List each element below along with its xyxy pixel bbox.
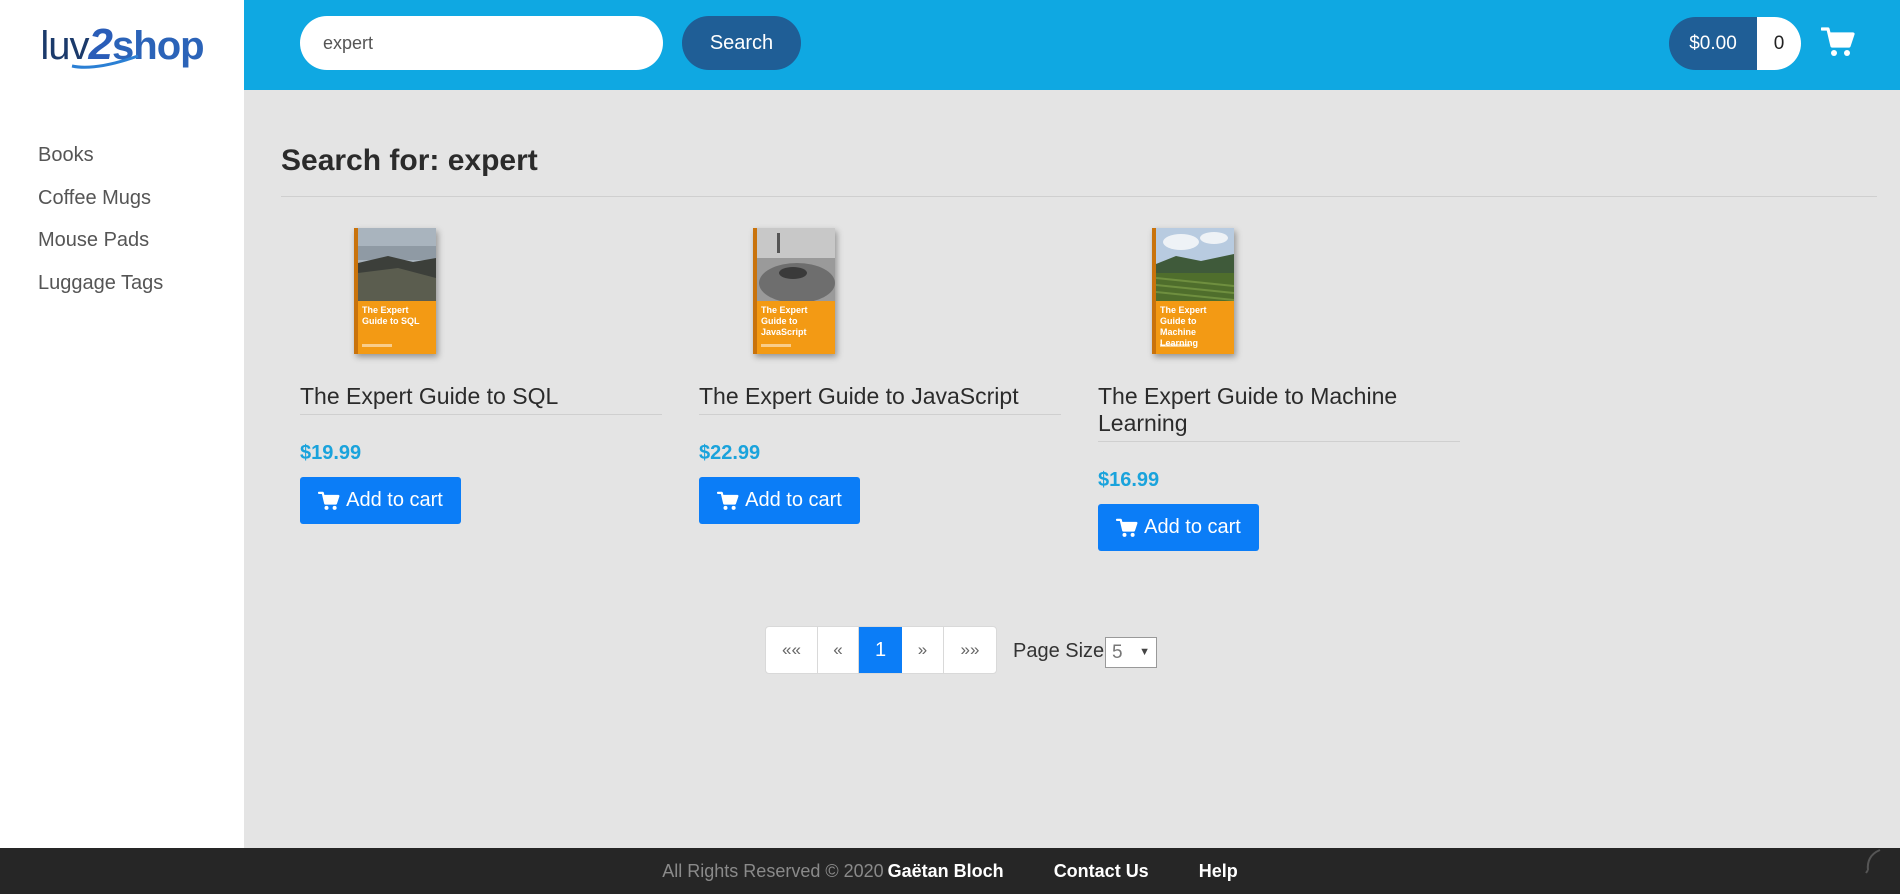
shopping-cart-icon[interactable] <box>1821 26 1855 58</box>
add-to-cart-label: Add to cart <box>346 489 443 511</box>
cover-author-line <box>761 344 791 347</box>
next-page-button[interactable]: » <box>902 627 944 673</box>
cart-icon <box>1116 518 1138 537</box>
previous-page-button[interactable]: « <box>818 627 859 673</box>
product-name[interactable]: The Expert Guide to Machine Learning <box>1098 383 1460 442</box>
add-to-cart-button[interactable]: Add to cart <box>300 477 461 524</box>
cart-total-quantity: 0 <box>1757 17 1801 70</box>
logo-swoosh-icon <box>72 54 139 69</box>
product-price: $16.99 <box>1098 469 1160 491</box>
current-page-button[interactable]: 1 <box>859 627 902 673</box>
title-divider <box>281 196 1877 197</box>
contact-us-link[interactable]: Contact Us <box>1054 861 1149 882</box>
search-button[interactable]: Search <box>682 16 801 70</box>
page-size-select[interactable]: 5 ▼ <box>1105 637 1157 668</box>
cover-title: The Expert Guide to Machine Learning <box>1160 305 1207 348</box>
copyright-text: All Rights Reserved © 2020 <box>662 860 884 881</box>
page-size-value: 5 <box>1112 642 1123 663</box>
cover-title: The Expert Guide to SQL <box>362 305 420 326</box>
first-page-button[interactable]: «« <box>766 627 818 673</box>
cover-author-line <box>1160 344 1190 347</box>
sidebar-item-coffee-mugs[interactable]: Coffee Mugs <box>0 187 244 230</box>
cover-author-line <box>362 344 392 347</box>
page-title: Search for: expert <box>281 144 538 177</box>
brand-logo[interactable]: luv2shop <box>40 20 204 70</box>
add-to-cart-label: Add to cart <box>1144 516 1241 538</box>
sidebar: Books Coffee Mugs Mouse Pads Luggage Tag… <box>0 90 244 848</box>
cover-photo-icon <box>1156 228 1234 301</box>
cart-icon <box>318 491 340 510</box>
product-name[interactable]: The Expert Guide to JavaScript <box>699 383 1061 415</box>
search-input[interactable] <box>300 16 663 70</box>
cart-icon <box>717 491 739 510</box>
cover-photo-icon <box>757 228 835 301</box>
sidebar-item-luggage-tags[interactable]: Luggage Tags <box>0 272 244 315</box>
product-price: $22.99 <box>699 442 761 464</box>
page-size-label: Page Size <box>1013 640 1105 662</box>
product-image[interactable]: The Expert Guide to JavaScript <box>753 228 835 354</box>
product-name[interactable]: The Expert Guide to SQL <box>300 383 662 415</box>
cover-spine <box>1152 228 1156 354</box>
last-page-button[interactable]: »» <box>944 627 996 673</box>
sidebar-item-books[interactable]: Books <box>0 144 244 187</box>
cover-title: The Expert Guide to JavaScript <box>761 305 808 337</box>
category-list: Books Coffee Mugs Mouse Pads Luggage Tag… <box>0 90 244 314</box>
add-to-cart-button[interactable]: Add to cart <box>699 477 860 524</box>
feather-icon <box>1865 849 1881 874</box>
product-image[interactable]: The Expert Guide to SQL <box>354 228 436 354</box>
sidebar-item-mouse-pads[interactable]: Mouse Pads <box>0 229 244 272</box>
product-price: $19.99 <box>300 442 362 464</box>
add-to-cart-label: Add to cart <box>745 489 842 511</box>
cart-total-price: $0.00 <box>1669 17 1757 70</box>
header-bar: Search $0.00 0 <box>244 0 1900 90</box>
product-image[interactable]: The Expert Guide to Machine Learning <box>1152 228 1234 354</box>
cover-photo-icon <box>358 228 436 301</box>
cover-spine <box>354 228 358 354</box>
pagination: «« « 1 » »» <box>765 626 997 674</box>
author-name: Gaëtan Bloch <box>887 860 1004 881</box>
footer: All Rights Reserved © 2020 Gaëtan Bloch … <box>0 848 1900 894</box>
cart-status[interactable]: $0.00 0 <box>1669 17 1801 70</box>
dropdown-arrow-icon: ▼ <box>1139 646 1150 658</box>
logo-container[interactable]: luv2shop <box>0 0 244 90</box>
cover-spine <box>753 228 757 354</box>
add-to-cart-button[interactable]: Add to cart <box>1098 504 1259 551</box>
help-link[interactable]: Help <box>1199 861 1238 882</box>
